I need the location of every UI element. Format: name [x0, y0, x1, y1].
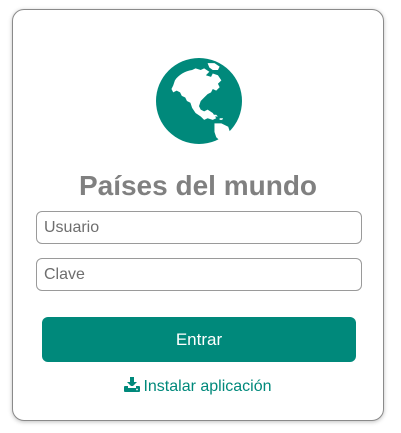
login-button[interactable]: Entrar — [42, 317, 356, 362]
password-input[interactable] — [36, 258, 362, 291]
globe-icon — [156, 58, 242, 144]
download-icon — [124, 377, 141, 392]
install-app-label: Instalar aplicación — [143, 378, 272, 395]
app-title: Países del mundo — [78, 170, 318, 201]
install-app-link[interactable]: Instalar aplicación — [13, 377, 383, 396]
login-card: Países del mundo Entrar Instalar aplicac… — [12, 9, 384, 421]
username-input[interactable] — [36, 211, 362, 244]
